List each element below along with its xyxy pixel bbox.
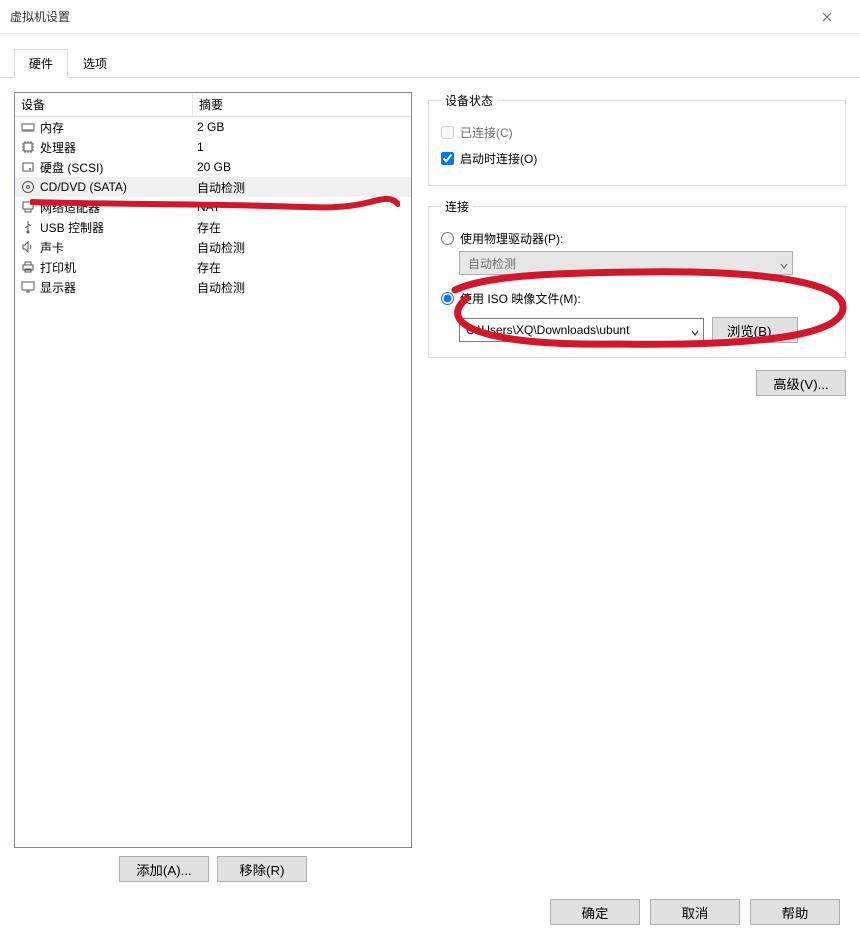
chevron-down-icon — [780, 259, 788, 267]
device-summary: 2 GB — [193, 120, 411, 134]
physical-drive-value: 自动检测 — [468, 255, 516, 272]
tab-options[interactable]: 选项 — [68, 49, 122, 78]
device-row[interactable]: 处理器 1 — [15, 137, 411, 157]
device-name: CD/DVD (SATA) — [40, 180, 127, 194]
connect-at-poweron-checkbox[interactable] — [441, 152, 454, 165]
device-name: 显示器 — [40, 279, 76, 296]
device-summary: 自动检测 — [193, 279, 411, 296]
device-row[interactable]: 内存 2 GB — [15, 117, 411, 137]
help-button[interactable]: 帮助 — [750, 899, 840, 925]
advanced-button[interactable]: 高级(V)... — [756, 370, 846, 396]
use-iso-label: 使用 ISO 映像文件(M): — [460, 290, 581, 307]
titlebar: 虚拟机设置 — [0, 0, 860, 34]
close-button[interactable] — [804, 2, 850, 32]
cpu-icon — [21, 140, 35, 154]
iso-path-value: C:\Users\XQ\Downloads\ubunt — [466, 323, 629, 337]
memory-icon — [21, 120, 35, 134]
device-rows: 内存 2 GB 处理器 1 硬盘 (SCSI) 20 GB CD/DVD (SATA) 自动检… — [15, 117, 411, 297]
connected-checkbox — [441, 126, 454, 139]
tab-bar: 硬件 选项 — [0, 34, 860, 78]
device-row[interactable]: 显示器 自动检测 — [15, 277, 411, 297]
dialog-buttons: 确定 取消 帮助 — [550, 899, 840, 925]
use-iso-radio[interactable] — [441, 292, 454, 305]
device-name: 网络适配器 — [40, 199, 100, 216]
header-device[interactable]: 设备 — [15, 93, 193, 116]
printer-icon — [21, 260, 35, 274]
device-list-header: 设备 摘要 — [15, 93, 411, 117]
list-buttons: 添加(A)... 移除(R) — [14, 856, 412, 882]
device-summary: 自动检测 — [193, 179, 411, 196]
device-summary: 1 — [193, 140, 411, 154]
device-row[interactable]: 声卡 自动检测 — [15, 237, 411, 257]
cancel-button[interactable]: 取消 — [650, 899, 740, 925]
disk-icon — [21, 160, 35, 174]
device-status-group: 设备状态 已连接(C) 启动时连接(O) — [428, 92, 846, 186]
connection-group: 连接 使用物理驱动器(P): 自动检测 使用 ISO 映像文件(M): — [428, 198, 846, 358]
device-summary: 存在 — [193, 259, 411, 276]
device-row[interactable]: USB 控制器 存在 — [15, 217, 411, 237]
connection-legend: 连接 — [441, 198, 473, 215]
device-name: 硬盘 (SCSI) — [40, 159, 103, 176]
tab-hardware[interactable]: 硬件 — [14, 49, 68, 78]
device-row[interactable]: 打印机 存在 — [15, 257, 411, 277]
usb-icon — [21, 220, 35, 234]
device-name: 打印机 — [40, 259, 76, 276]
device-status-legend: 设备状态 — [441, 92, 497, 109]
device-name: 内存 — [40, 119, 64, 136]
device-row[interactable]: 硬盘 (SCSI) 20 GB — [15, 157, 411, 177]
content: 设备 摘要 内存 2 GB 处理器 1 硬盘 (SCSI) 20 GB CD/DVD (SA… — [0, 78, 860, 896]
device-summary: 20 GB — [193, 160, 411, 174]
device-list: 设备 摘要 内存 2 GB 处理器 1 硬盘 (SCSI) 20 GB CD/DVD (SA… — [14, 92, 412, 848]
right-column: 设备状态 已连接(C) 启动时连接(O) 连接 使用物理驱动器(P): 自动检测 — [428, 92, 846, 882]
connected-label: 已连接(C) — [460, 124, 513, 141]
physical-drive-combo: 自动检测 — [459, 251, 793, 275]
chevron-down-icon — [691, 326, 699, 334]
device-name: 处理器 — [40, 139, 76, 156]
left-column: 设备 摘要 内存 2 GB 处理器 1 硬盘 (SCSI) 20 GB CD/DVD (SA… — [14, 92, 412, 882]
device-summary: 自动检测 — [193, 239, 411, 256]
device-row[interactable]: 网络适配器 NAT — [15, 197, 411, 217]
device-name: 声卡 — [40, 239, 64, 256]
use-physical-label: 使用物理驱动器(P): — [460, 230, 563, 247]
iso-path-combo[interactable]: C:\Users\XQ\Downloads\ubunt — [459, 318, 704, 342]
header-summary[interactable]: 摘要 — [193, 93, 411, 116]
use-physical-radio[interactable] — [441, 232, 454, 245]
add-button[interactable]: 添加(A)... — [119, 856, 209, 882]
cd-icon — [21, 180, 35, 194]
device-row[interactable]: CD/DVD (SATA) 自动检测 — [15, 177, 411, 197]
remove-button[interactable]: 移除(R) — [217, 856, 307, 882]
sound-icon — [21, 240, 35, 254]
device-summary: 存在 — [193, 219, 411, 236]
window-title: 虚拟机设置 — [10, 8, 804, 25]
connect-at-poweron-label: 启动时连接(O) — [460, 150, 537, 167]
browse-button[interactable]: 浏览(B)... — [712, 317, 798, 343]
ok-button[interactable]: 确定 — [550, 899, 640, 925]
device-summary: NAT — [193, 200, 411, 214]
display-icon — [21, 280, 35, 294]
device-name: USB 控制器 — [40, 219, 104, 236]
net-icon — [21, 200, 35, 214]
